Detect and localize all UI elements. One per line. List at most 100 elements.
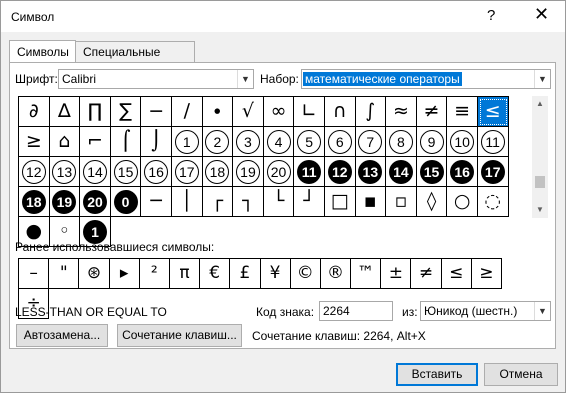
recent-symbol-cell[interactable]: " — [49, 259, 80, 289]
symbol-cell[interactable]: 5 — [294, 127, 325, 157]
recent-symbol-cell[interactable]: £ — [230, 259, 261, 289]
symbol-cell[interactable]: 20 — [263, 157, 295, 187]
symbol-cell[interactable]: 17 — [477, 157, 509, 187]
symbol-cell[interactable]: ≡ — [447, 97, 478, 127]
scroll-down-icon[interactable]: ▼ — [532, 202, 548, 218]
symbol-cell[interactable]: ┐ — [233, 187, 264, 217]
recent-symbol-cell[interactable]: – — [19, 259, 50, 289]
symbol-cell[interactable]: ∟ — [294, 97, 325, 127]
symbol-cell[interactable]: 15 — [416, 157, 448, 187]
symbol-cell[interactable]: ≈ — [386, 97, 417, 127]
filled-circled-number: 0 — [113, 189, 138, 214]
chevron-down-icon[interactable]: ▼ — [534, 70, 550, 88]
recent-symbol-cell[interactable]: © — [290, 259, 321, 289]
recent-symbol-cell[interactable]: ▸ — [109, 259, 140, 289]
symbol-cell[interactable]: 8 — [386, 127, 417, 157]
recent-symbol-cell[interactable]: ² — [139, 259, 170, 289]
symbol-cell[interactable]: √ — [233, 97, 264, 127]
tab-symbols[interactable]: Символы — [9, 40, 76, 63]
symbol-cell[interactable]: 17 — [171, 157, 203, 187]
symbol-cell[interactable]: 9 — [416, 127, 448, 157]
symbol-cell[interactable]: ∕ — [171, 97, 203, 127]
symbol-cell[interactable]: ≥ — [19, 127, 50, 157]
symbol-cell[interactable]: 4 — [263, 127, 295, 157]
close-icon[interactable]: ✕ — [534, 4, 549, 25]
symbol-cell[interactable]: 16 — [141, 157, 172, 187]
symbol-cell[interactable]: ∫ — [355, 97, 387, 127]
symbol-cell[interactable]: 18 — [19, 187, 50, 217]
symbol-cell[interactable]: │ — [171, 187, 203, 217]
symbol-cell[interactable]: ∂ — [19, 97, 50, 127]
recent-symbol-cell[interactable]: ® — [320, 259, 352, 289]
symbol-cell[interactable]: ∙ — [202, 97, 234, 127]
symbol-cell[interactable]: ∩ — [324, 97, 356, 127]
symbol-cell[interactable]: ─ — [141, 187, 172, 217]
symbol-cell[interactable]: ∞ — [263, 97, 295, 127]
symbol-cell[interactable]: − — [141, 97, 172, 127]
symbol-cell[interactable]: 6 — [324, 127, 356, 157]
symbol-cell[interactable]: □ — [324, 187, 356, 217]
symbol-cell[interactable]: ⌠ — [110, 127, 142, 157]
symbol-cell[interactable]: └ — [263, 187, 295, 217]
symbol-grid-scrollbar[interactable]: ▲ ▼ — [532, 96, 548, 218]
recent-symbol-cell[interactable]: ⊛ — [79, 259, 110, 289]
symbol-cell[interactable]: ∏ — [80, 97, 111, 127]
symbol-cell[interactable]: ○ — [447, 187, 478, 217]
char-code-input[interactable]: 2264 — [319, 301, 393, 321]
symbol-cell[interactable]: 19 — [233, 157, 264, 187]
symbol-cell[interactable]: ◌ — [477, 187, 509, 217]
recent-symbol-cell[interactable]: ≥ — [471, 259, 502, 289]
symbol-cell[interactable]: 10 — [447, 127, 478, 157]
symbol-cell[interactable]: ▪ — [355, 187, 387, 217]
font-select[interactable]: Calibri ▼ — [58, 69, 254, 89]
symbol-cell[interactable]: ▫ — [386, 187, 417, 217]
symbol-cell[interactable]: 16 — [447, 157, 478, 187]
symbol-cell[interactable]: ⌡ — [141, 127, 172, 157]
symbol-cell[interactable]: 12 — [19, 157, 50, 187]
symbol-cell[interactable]: ⌐ — [80, 127, 111, 157]
cancel-button[interactable]: Отмена — [484, 363, 558, 386]
insert-button[interactable]: Вставить — [396, 363, 478, 386]
symbol-cell[interactable]: 7 — [355, 127, 387, 157]
recent-symbol-cell[interactable]: ¥ — [260, 259, 291, 289]
symbol-cell[interactable]: 13 — [355, 157, 387, 187]
symbol-cell[interactable]: 2 — [202, 127, 234, 157]
recent-symbol-cell[interactable]: ± — [381, 259, 412, 289]
symbol-cell[interactable]: ◊ — [416, 187, 448, 217]
symbol-cell[interactable]: 15 — [110, 157, 142, 187]
symbol-cell[interactable]: 14 — [386, 157, 417, 187]
recent-symbol-cell[interactable]: π — [169, 259, 201, 289]
scroll-up-icon[interactable]: ▲ — [532, 96, 548, 112]
tab-special-characters[interactable]: Специальные знаки — [75, 41, 195, 73]
symbol-cell[interactable]: ∑ — [110, 97, 142, 127]
symbol-cell[interactable]: ⌂ — [49, 127, 81, 157]
from-select[interactable]: Юникод (шестн.) ▼ — [420, 301, 551, 321]
help-button[interactable]: ? — [487, 7, 495, 24]
symbol-cell[interactable]: 11 — [477, 127, 509, 157]
subset-select[interactable]: математические операторы ▼ — [301, 69, 551, 89]
chevron-down-icon[interactable]: ▼ — [534, 302, 550, 320]
recent-symbol-cell[interactable]: ™ — [351, 259, 382, 289]
chevron-down-icon[interactable]: ▼ — [237, 70, 253, 88]
shortcut-key-button[interactable]: Сочетание клавиш... — [117, 324, 242, 347]
symbol-cell[interactable]: 13 — [49, 157, 81, 187]
recent-symbol-cell[interactable]: € — [200, 259, 231, 289]
symbol-cell[interactable]: 11 — [294, 157, 325, 187]
recent-symbol-cell[interactable]: ≠ — [411, 259, 442, 289]
symbol-cell[interactable]: ≠ — [416, 97, 448, 127]
recent-symbol-cell[interactable]: ≤ — [441, 259, 472, 289]
scroll-thumb[interactable] — [535, 176, 545, 188]
symbol-cell[interactable]: ┘ — [294, 187, 325, 217]
symbol-cell[interactable]: 18 — [202, 157, 234, 187]
autocorrect-button[interactable]: Автозамена... — [16, 324, 108, 347]
symbol-cell[interactable]: ┌ — [202, 187, 234, 217]
symbol-cell[interactable]: 19 — [49, 187, 81, 217]
symbol-cell[interactable]: 14 — [80, 157, 111, 187]
symbol-cell[interactable]: 12 — [324, 157, 356, 187]
symbol-cell[interactable]: ≤ — [477, 97, 509, 127]
symbol-cell[interactable]: 1 — [171, 127, 203, 157]
symbol-cell[interactable]: 0 — [110, 187, 142, 217]
symbol-cell[interactable]: ∆ — [49, 97, 81, 127]
symbol-cell[interactable]: 3 — [233, 127, 264, 157]
symbol-cell[interactable]: 20 — [80, 187, 111, 217]
